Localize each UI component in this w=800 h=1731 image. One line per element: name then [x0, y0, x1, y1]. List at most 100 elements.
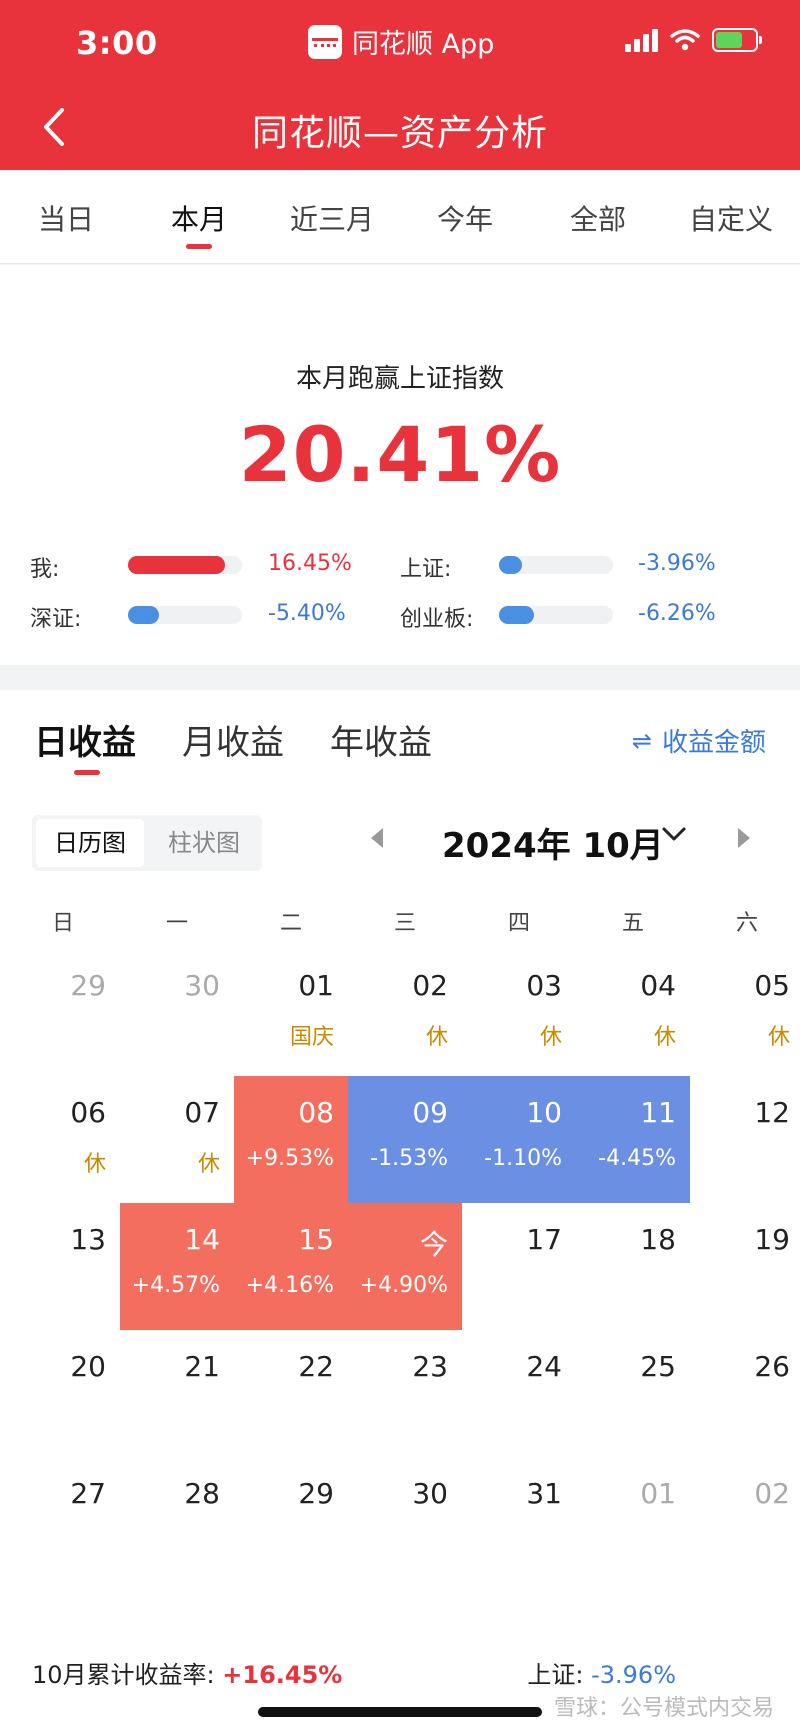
cumulative-value: +16.45%	[222, 1661, 343, 1689]
calendar-day-number: 14	[184, 1223, 220, 1256]
calendar-day[interactable]: 12	[690, 1076, 800, 1203]
calendar-day-number: 27	[70, 1477, 106, 1510]
calendar-day[interactable]: 23	[348, 1330, 462, 1457]
calendar-day-number: 19	[754, 1223, 790, 1256]
tab-daily-returns[interactable]: 日收益	[34, 715, 136, 764]
calendar-day[interactable]: 29	[6, 949, 120, 1076]
returns-tab-indicator	[74, 770, 100, 775]
weekday-label: 一	[165, 911, 188, 936]
tab-monthly-returns[interactable]: 月收益	[182, 715, 284, 764]
calendar-day[interactable]: 20	[6, 1330, 120, 1457]
watermark: 雪球：公号模式内交易	[553, 1696, 774, 1721]
compare-label-shenzhen: 深证:	[30, 607, 82, 632]
status-time: 3:00	[76, 24, 158, 62]
calendar-day-number: 10	[526, 1096, 562, 1129]
compare-label-me: 我:	[30, 557, 60, 582]
calendar-day[interactable]: 22	[234, 1330, 348, 1457]
calendar-day[interactable]: 04 休	[576, 949, 690, 1076]
calendar-day[interactable]: 06 休	[6, 1076, 120, 1203]
chevron-down-icon[interactable]	[660, 820, 688, 848]
calendar-day[interactable]: 26	[690, 1330, 800, 1457]
calendar-day[interactable]: 07 休	[120, 1076, 234, 1203]
tab-this-year[interactable]: 今年	[405, 198, 525, 238]
app-logo-icon	[308, 24, 342, 59]
calendar-day[interactable]: 10 -1.10%	[462, 1076, 576, 1203]
calendar-day-number: 07	[184, 1096, 220, 1129]
calendar-day[interactable]: 今 +4.90%	[348, 1203, 462, 1330]
view-switch: 日历图 柱状图	[32, 815, 262, 871]
calendar-day-return: +4.57%	[131, 1273, 220, 1298]
calendar-day-number: 08	[298, 1096, 334, 1129]
calendar-day[interactable]: 24	[462, 1330, 576, 1457]
summary-label: 本月跑赢上证指数	[295, 364, 504, 394]
compare-bar-shenzhen	[128, 606, 242, 624]
calendar-day[interactable]: 11 -4.45%	[576, 1076, 690, 1203]
calendar-day-number: 25	[640, 1350, 676, 1383]
summary-card: 本月跑赢上证指数 20.41% 我: 16.45% 上证: -3.96% 深证:…	[0, 265, 800, 665]
tab-this-month[interactable]: 本月	[139, 198, 259, 238]
calendar-day[interactable]: 19	[690, 1203, 800, 1330]
calendar-view-button[interactable]: 日历图	[36, 819, 144, 867]
calendar-day-number: 15	[298, 1223, 334, 1256]
calendar-day-note: 休	[539, 1025, 562, 1050]
calendar-day[interactable]: 25	[576, 1330, 690, 1457]
weekday-label: 六	[735, 911, 758, 936]
tab-custom[interactable]: 自定义	[671, 198, 791, 238]
month-title[interactable]: 2024年 10月	[442, 818, 664, 867]
calendar-day[interactable]: 29	[234, 1457, 348, 1584]
calendar-day-note: 休	[83, 1152, 106, 1177]
amount-toggle-label: 收益金额	[661, 728, 766, 758]
bar-view-button[interactable]: 柱状图	[150, 819, 258, 867]
home-indicator[interactable]	[258, 1707, 542, 1717]
calendar-day[interactable]: 13	[6, 1203, 120, 1330]
calendar-day[interactable]: 03 休	[462, 949, 576, 1076]
calendar-day[interactable]: 17	[462, 1203, 576, 1330]
compare-value-chinext: -6.26%	[638, 601, 716, 626]
calendar-day[interactable]: 27	[6, 1457, 120, 1584]
calendar-day-number: 26	[754, 1350, 790, 1383]
calendar-day[interactable]: 30	[348, 1457, 462, 1584]
calendar-day[interactable]: 09 -1.53%	[348, 1076, 462, 1203]
calendar-day-number: 今	[419, 1228, 448, 1261]
amount-toggle-button[interactable]: ⇌ 收益金额	[632, 722, 766, 759]
tab-active-indicator	[186, 244, 212, 249]
calendar-day[interactable]: 28	[120, 1457, 234, 1584]
calendar-day[interactable]: 21	[120, 1330, 234, 1457]
shanghai-value: -3.96%	[591, 1661, 676, 1689]
calendar-day-number: 09	[412, 1096, 448, 1129]
tab-yearly-returns[interactable]: 年收益	[330, 715, 432, 764]
compare-label-chinext: 创业板:	[400, 607, 474, 632]
calendar-day[interactable]: 01 国庆	[234, 949, 348, 1076]
calendar-day-note: 休	[767, 1025, 790, 1050]
calendar-day-number: 06	[70, 1096, 106, 1129]
calendar-day[interactable]: 31	[462, 1457, 576, 1584]
calendar-day[interactable]: 02 休	[348, 949, 462, 1076]
page-title: 同花顺—资产分析	[251, 113, 548, 154]
battery-icon	[712, 28, 762, 52]
prev-month-icon[interactable]	[371, 828, 383, 848]
cumulative-label: 10月累计收益率:	[32, 1661, 215, 1689]
calendar-day-return: +4.90%	[359, 1273, 448, 1298]
calendar-day[interactable]: 05 休	[690, 949, 800, 1076]
calendar-day[interactable]: 14 +4.57%	[120, 1203, 234, 1330]
calendar-day[interactable]: 01	[576, 1457, 690, 1584]
calendar-day-number: 11	[640, 1096, 676, 1129]
calendar-day[interactable]: 08 +9.53%	[234, 1076, 348, 1203]
tab-today[interactable]: 当日	[6, 198, 126, 238]
calendar-day[interactable]: 02	[690, 1457, 800, 1584]
calendar-day-number: 03	[526, 969, 562, 1002]
calendar-day-number: 18	[640, 1223, 676, 1256]
tab-all[interactable]: 全部	[538, 198, 658, 238]
tab-three-months[interactable]: 近三月	[272, 198, 392, 238]
calendar-day-number: 29	[70, 969, 106, 1002]
calendar-day-number: 02	[754, 1477, 790, 1510]
compare-value-me: 16.45%	[268, 551, 352, 576]
calendar-day[interactable]: 15 +4.16%	[234, 1203, 348, 1330]
calendar-day[interactable]: 18	[576, 1203, 690, 1330]
weekday-label: 五	[621, 911, 644, 936]
calendar-day-number: 05	[754, 969, 790, 1002]
compare-bar-me	[128, 556, 242, 574]
calendar-day-number: 22	[298, 1350, 334, 1383]
next-month-icon[interactable]	[738, 828, 750, 848]
calendar-day[interactable]: 30	[120, 949, 234, 1076]
